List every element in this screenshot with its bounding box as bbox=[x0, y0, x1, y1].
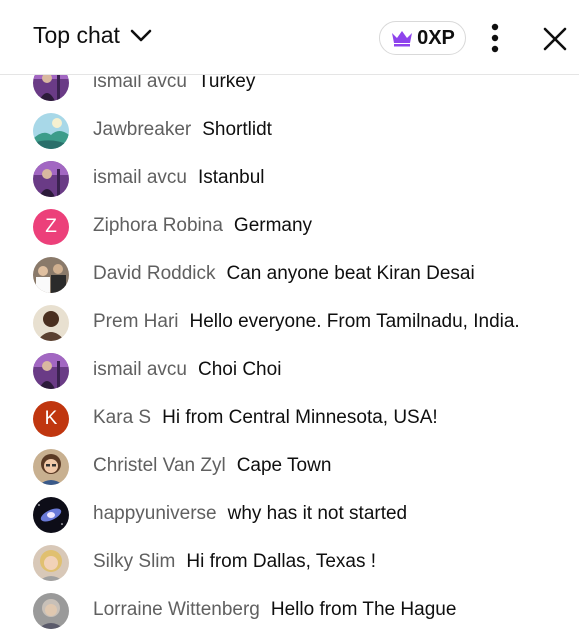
avatar[interactable]: K bbox=[33, 401, 69, 437]
author-name[interactable]: Christel Van Zyl bbox=[93, 455, 226, 476]
author-name[interactable]: ismail avcu bbox=[93, 167, 187, 188]
avatar[interactable] bbox=[33, 353, 69, 389]
chat-message: happyuniverse why has it not started bbox=[0, 491, 579, 539]
message-line: Christel Van Zyl Cape Town bbox=[93, 455, 331, 477]
close-icon[interactable] bbox=[540, 24, 570, 54]
avatar[interactable]: Z bbox=[33, 209, 69, 245]
avatar[interactable] bbox=[33, 449, 69, 485]
chat-message: Christel Van Zyl Cape Town bbox=[0, 443, 579, 491]
message-line: Jawbreaker Shortlidt bbox=[93, 119, 272, 141]
author-name[interactable]: Kara S bbox=[93, 407, 151, 428]
message-line: Lorraine Wittenberg Hello from The Hague bbox=[93, 599, 456, 621]
message-line: Kara S Hi from Central Minnesota, USA! bbox=[93, 407, 438, 429]
chat-header: Top chat 0XP bbox=[0, 0, 579, 75]
avatar[interactable] bbox=[33, 257, 69, 293]
message-line: Silky Slim Hi from Dallas, Texas ! bbox=[93, 551, 376, 573]
avatar-letter: Z bbox=[45, 216, 57, 237]
avatar[interactable] bbox=[33, 113, 69, 149]
message-line: David Roddick Can anyone beat Kiran Desai bbox=[93, 263, 475, 285]
message-line: happyuniverse why has it not started bbox=[93, 503, 407, 525]
avatar[interactable] bbox=[33, 497, 69, 533]
message-text: why has it not started bbox=[227, 503, 408, 524]
message-line: ismail avcu Choi Choi bbox=[93, 359, 281, 381]
message-text: Cape Town bbox=[236, 455, 332, 476]
chat-message: ismail avcu Choi Choi bbox=[0, 347, 579, 395]
author-name[interactable]: Ziphora Robina bbox=[93, 215, 223, 236]
message-text: Hello from The Hague bbox=[270, 599, 457, 620]
more-options-icon[interactable] bbox=[482, 22, 508, 54]
author-name[interactable]: ismail avcu bbox=[93, 359, 187, 380]
author-name[interactable]: Prem Hari bbox=[93, 311, 179, 332]
chat-message: K Kara S Hi from Central Minnesota, USA! bbox=[0, 395, 579, 443]
chat-message: Prem Hari Hello everyone. From Tamilnadu,… bbox=[0, 299, 579, 347]
chat-message-list: ismail avcu Turkey Jawbreaker Shortlidt isma… bbox=[0, 59, 579, 635]
chat-message: David Roddick Can anyone beat Kiran Desai bbox=[0, 251, 579, 299]
message-text: Germany bbox=[233, 215, 313, 236]
chat-mode-dropdown[interactable]: Top chat bbox=[33, 22, 152, 49]
chat-mode-label: Top chat bbox=[33, 22, 120, 48]
author-name[interactable]: Silky Slim bbox=[93, 551, 175, 572]
author-name[interactable]: David Roddick bbox=[93, 263, 216, 284]
message-text: Choi Choi bbox=[197, 359, 282, 380]
avatar[interactable] bbox=[33, 305, 69, 341]
message-line: ismail avcu Istanbul bbox=[93, 167, 265, 189]
chat-message: ismail avcu Istanbul bbox=[0, 155, 579, 203]
message-text: Shortlidt bbox=[202, 119, 272, 140]
crown-icon bbox=[392, 31, 413, 47]
avatar[interactable] bbox=[33, 545, 69, 581]
chat-message: Lorraine Wittenberg Hello from The Hague bbox=[0, 587, 579, 635]
message-text: Hi from Central Minnesota, USA! bbox=[162, 407, 438, 428]
author-name[interactable]: Lorraine Wittenberg bbox=[93, 599, 260, 620]
author-name[interactable]: happyuniverse bbox=[93, 503, 217, 524]
message-line: Prem Hari Hello everyone. From Tamilnadu,… bbox=[93, 311, 520, 333]
chat-message: Jawbreaker Shortlidt bbox=[0, 107, 579, 155]
avatar[interactable] bbox=[33, 593, 69, 629]
chat-message: Z Ziphora Robina Germany bbox=[0, 203, 579, 251]
chat-message: Silky Slim Hi from Dallas, Texas ! bbox=[0, 539, 579, 587]
chevron-down-icon bbox=[130, 29, 152, 41]
avatar[interactable] bbox=[33, 161, 69, 197]
author-name[interactable]: Jawbreaker bbox=[93, 119, 191, 140]
message-text: Istanbul bbox=[197, 167, 265, 188]
avatar-letter: K bbox=[44, 408, 58, 429]
message-text: Hi from Dallas, Texas ! bbox=[186, 551, 377, 572]
message-text: Can anyone beat Kiran Desai bbox=[226, 263, 475, 284]
message-text: Hello everyone. From Tamilnadu, India. bbox=[189, 311, 520, 332]
message-line: Ziphora Robina Germany bbox=[93, 215, 312, 237]
xp-label: 0XP bbox=[417, 26, 455, 49]
xp-button[interactable]: 0XP bbox=[379, 21, 466, 55]
